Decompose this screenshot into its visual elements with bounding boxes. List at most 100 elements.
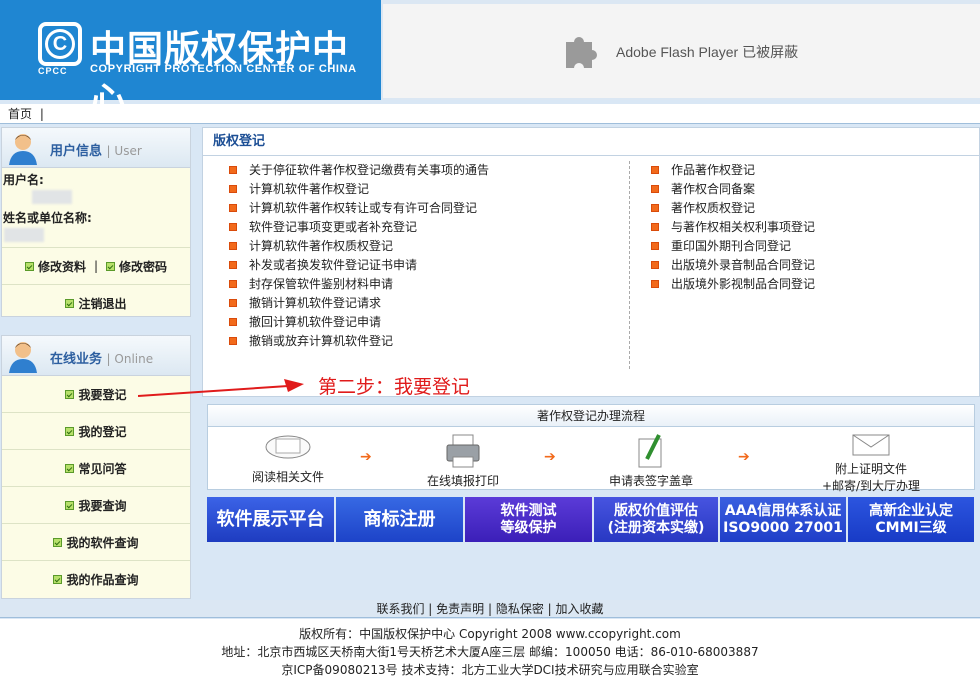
footer: 版权所有：中国版权保护中心 Copyright 2008 www.ccopyri… — [0, 619, 980, 682]
orange-bullet-icon — [651, 279, 659, 288]
registration-link[interactable]: 补发或者换发软件登记证书申请 — [229, 256, 489, 275]
works-links-column: 作品著作权登记著作权合同备案著作权质权登记与著作权相关权利事项登记 重印国外期刊合… — [651, 161, 815, 294]
nav-home-link[interactable]: 首页 — [8, 107, 32, 121]
edit-profile-link[interactable]: 修改资料 — [38, 258, 86, 275]
registration-link[interactable]: 软件登记事项变更或者补充登记 — [229, 218, 489, 237]
registration-link-label: 重印国外期刊合同登记 — [671, 239, 792, 253]
biz-panel-subtitle: | Online — [106, 352, 154, 366]
orange-bullet-icon — [229, 165, 237, 174]
banner-label: 商标注册 — [363, 509, 436, 530]
pen-document-icon — [638, 434, 662, 468]
action-separator: | — [93, 259, 99, 273]
menu-item-faq[interactable]: 常见问答 — [2, 450, 190, 487]
footer-link-contact[interactable]: 联系我们 — [376, 602, 424, 616]
banner-label: ISO9000 27001 — [723, 519, 843, 536]
registration-link[interactable]: 计算机软件著作权质权登记 — [229, 237, 489, 256]
user-avatar-icon — [9, 342, 37, 373]
banner-label: 软件测试 — [500, 502, 557, 519]
orange-bullet-icon — [229, 222, 237, 231]
menu-item-label: 我的作品查询 — [66, 573, 139, 587]
menu-item-label: 我的软件查询 — [66, 535, 139, 550]
registration-link-label: 撤销计算机软件登记请求 — [249, 296, 382, 310]
logo[interactable]: C CPCC 中国版权保护中心 COPYRIGHT PROTECTION CEN… — [0, 0, 381, 122]
orange-bullet-icon — [229, 260, 237, 269]
banner-trademark[interactable]: 商标注册 — [336, 497, 463, 542]
registration-link-label: 关于停征软件著作权登记缴费有关事项的通告 — [249, 163, 490, 177]
registration-link-label: 计算机软件著作权质权登记 — [249, 239, 394, 253]
registration-link-label: 封存保管软件鉴别材料申请 — [249, 277, 394, 291]
registration-link[interactable]: 撤销计算机软件登记请求 — [229, 294, 489, 313]
orange-bullet-icon — [651, 184, 659, 193]
plugin-puzzle-icon — [566, 37, 597, 68]
registration-link-label: 计算机软件著作权转让或专有许可合同登记 — [249, 201, 478, 215]
registration-link-label: 软件登记事项变更或者补充登记 — [249, 220, 418, 234]
bullet-icon — [65, 463, 75, 473]
registration-link[interactable]: 撤销或放弃计算机软件登记 — [229, 332, 489, 351]
registration-link[interactable]: 计算机软件著作权转让或专有许可合同登记 — [229, 199, 489, 218]
registration-link-label: 出版境外影视制品合同登记 — [671, 277, 816, 291]
registration-link[interactable]: 与著作权相关权利事项登记 — [651, 218, 815, 237]
registration-link[interactable]: 撤回计算机软件登记申请 — [229, 313, 489, 332]
flash-placeholder[interactable]: Adobe Flash Player 已被屏蔽 — [383, 4, 980, 98]
flow-step-label: 申请表签字盖章 — [608, 474, 693, 488]
menu-item-label: 常见问答 — [78, 461, 127, 476]
banner-aaa-credit[interactable]: AAA信用体系认证 ISO9000 27001 — [720, 497, 846, 542]
banner-label: 等级保护 — [500, 519, 557, 536]
user-info-panel: 用户信息 | User 用户名: 姓名或单位名称: 修改资料 | 修改密码 注销… — [1, 127, 191, 317]
logo-title-en: COPYRIGHT PROTECTION CENTER OF CHINA — [90, 63, 357, 75]
change-password-link[interactable]: 修改密码 — [119, 258, 167, 275]
registration-link[interactable]: 出版境外影视制品合同登记 — [651, 275, 815, 294]
footer-links: 联系我们 | 免责声明 | 隐私保密 | 加入收藏 — [0, 600, 980, 618]
bullet-icon — [106, 261, 116, 271]
registration-flow: 著作权登记办理流程 阅读相关文件 ➔ 在线填报打印 ➔ 申请表签字盖章 ➔ 附上… — [207, 404, 975, 493]
bullet-icon — [65, 500, 75, 510]
orange-bullet-icon — [651, 241, 659, 250]
nav-separator: | — [39, 107, 44, 121]
orange-bullet-icon — [229, 298, 237, 307]
bullet-icon — [65, 389, 75, 399]
banner-hightech-cert[interactable]: 高新企业认定 CMMI三级 — [848, 497, 974, 542]
menu-item-my-software[interactable]: 我的软件查询 — [2, 524, 190, 561]
registration-link-label: 计算机软件著作权登记 — [249, 182, 370, 196]
orange-bullet-icon — [651, 203, 659, 212]
banner-label: (注册资本实缴) — [607, 519, 705, 536]
banner-label: CMMI三级 — [875, 519, 947, 536]
footer-link-privacy[interactable]: 隐私保密 — [496, 602, 544, 616]
menu-item-label: 我要登记 — [78, 387, 127, 402]
footer-link-disclaimer[interactable]: 免责声明 — [436, 602, 484, 616]
redacted-username — [32, 190, 72, 204]
logo-abbr: CPCC — [38, 66, 68, 76]
registration-link[interactable]: 封存保管软件鉴别材料申请 — [229, 275, 489, 294]
menu-item-label: 我的登记 — [78, 424, 127, 439]
menu-item-search[interactable]: 我要查询 — [2, 487, 190, 524]
logout-link[interactable]: 注销退出 — [78, 295, 126, 312]
orange-bullet-icon — [651, 165, 659, 174]
registration-link[interactable]: 著作权质权登记 — [651, 199, 815, 218]
banner-software-showcase[interactable]: 软件展示平台 — [207, 497, 334, 542]
menu-item-my-registrations[interactable]: 我的登记 — [2, 413, 190, 450]
logout-row[interactable]: 注销退出 — [2, 285, 190, 322]
profile-actions: 修改资料 | 修改密码 — [2, 248, 190, 285]
registration-link[interactable]: 出版境外录音制品合同登记 — [651, 256, 815, 275]
registration-link-label: 著作权合同备案 — [671, 182, 756, 196]
registration-link[interactable]: 作品著作权登记 — [651, 161, 815, 180]
username-label: 用户名: — [3, 173, 44, 187]
flow-arrow-icon: ➔ — [360, 449, 372, 465]
flow-step-read: 阅读相关文件 — [238, 433, 338, 485]
column-divider — [629, 161, 630, 369]
menu-item-my-works[interactable]: 我的作品查询 — [2, 561, 190, 598]
banner-software-testing[interactable]: 软件测试 等级保护 — [465, 497, 592, 542]
user-avatar-icon — [9, 134, 37, 165]
registration-link[interactable]: 关于停征软件著作权登记缴费有关事项的通告 — [229, 161, 489, 180]
registration-link[interactable]: 重印国外期刊合同登记 — [651, 237, 815, 256]
registration-link[interactable]: 著作权合同备案 — [651, 180, 815, 199]
biz-panel-title: 在线业务 — [50, 352, 103, 367]
registration-link[interactable]: 计算机软件著作权登记 — [229, 180, 489, 199]
registration-link-label: 撤回计算机软件登记申请 — [249, 315, 382, 329]
banner-label: 高新企业认定 — [869, 502, 953, 519]
flow-arrow-icon: ➔ — [544, 449, 556, 465]
registration-link-label: 与著作权相关权利事项登记 — [671, 220, 816, 234]
footer-link-bookmark[interactable]: 加入收藏 — [556, 602, 604, 616]
banner-copyright-valuation[interactable]: 版权价值评估 (注册资本实缴) — [594, 497, 718, 542]
orange-bullet-icon — [229, 336, 237, 345]
